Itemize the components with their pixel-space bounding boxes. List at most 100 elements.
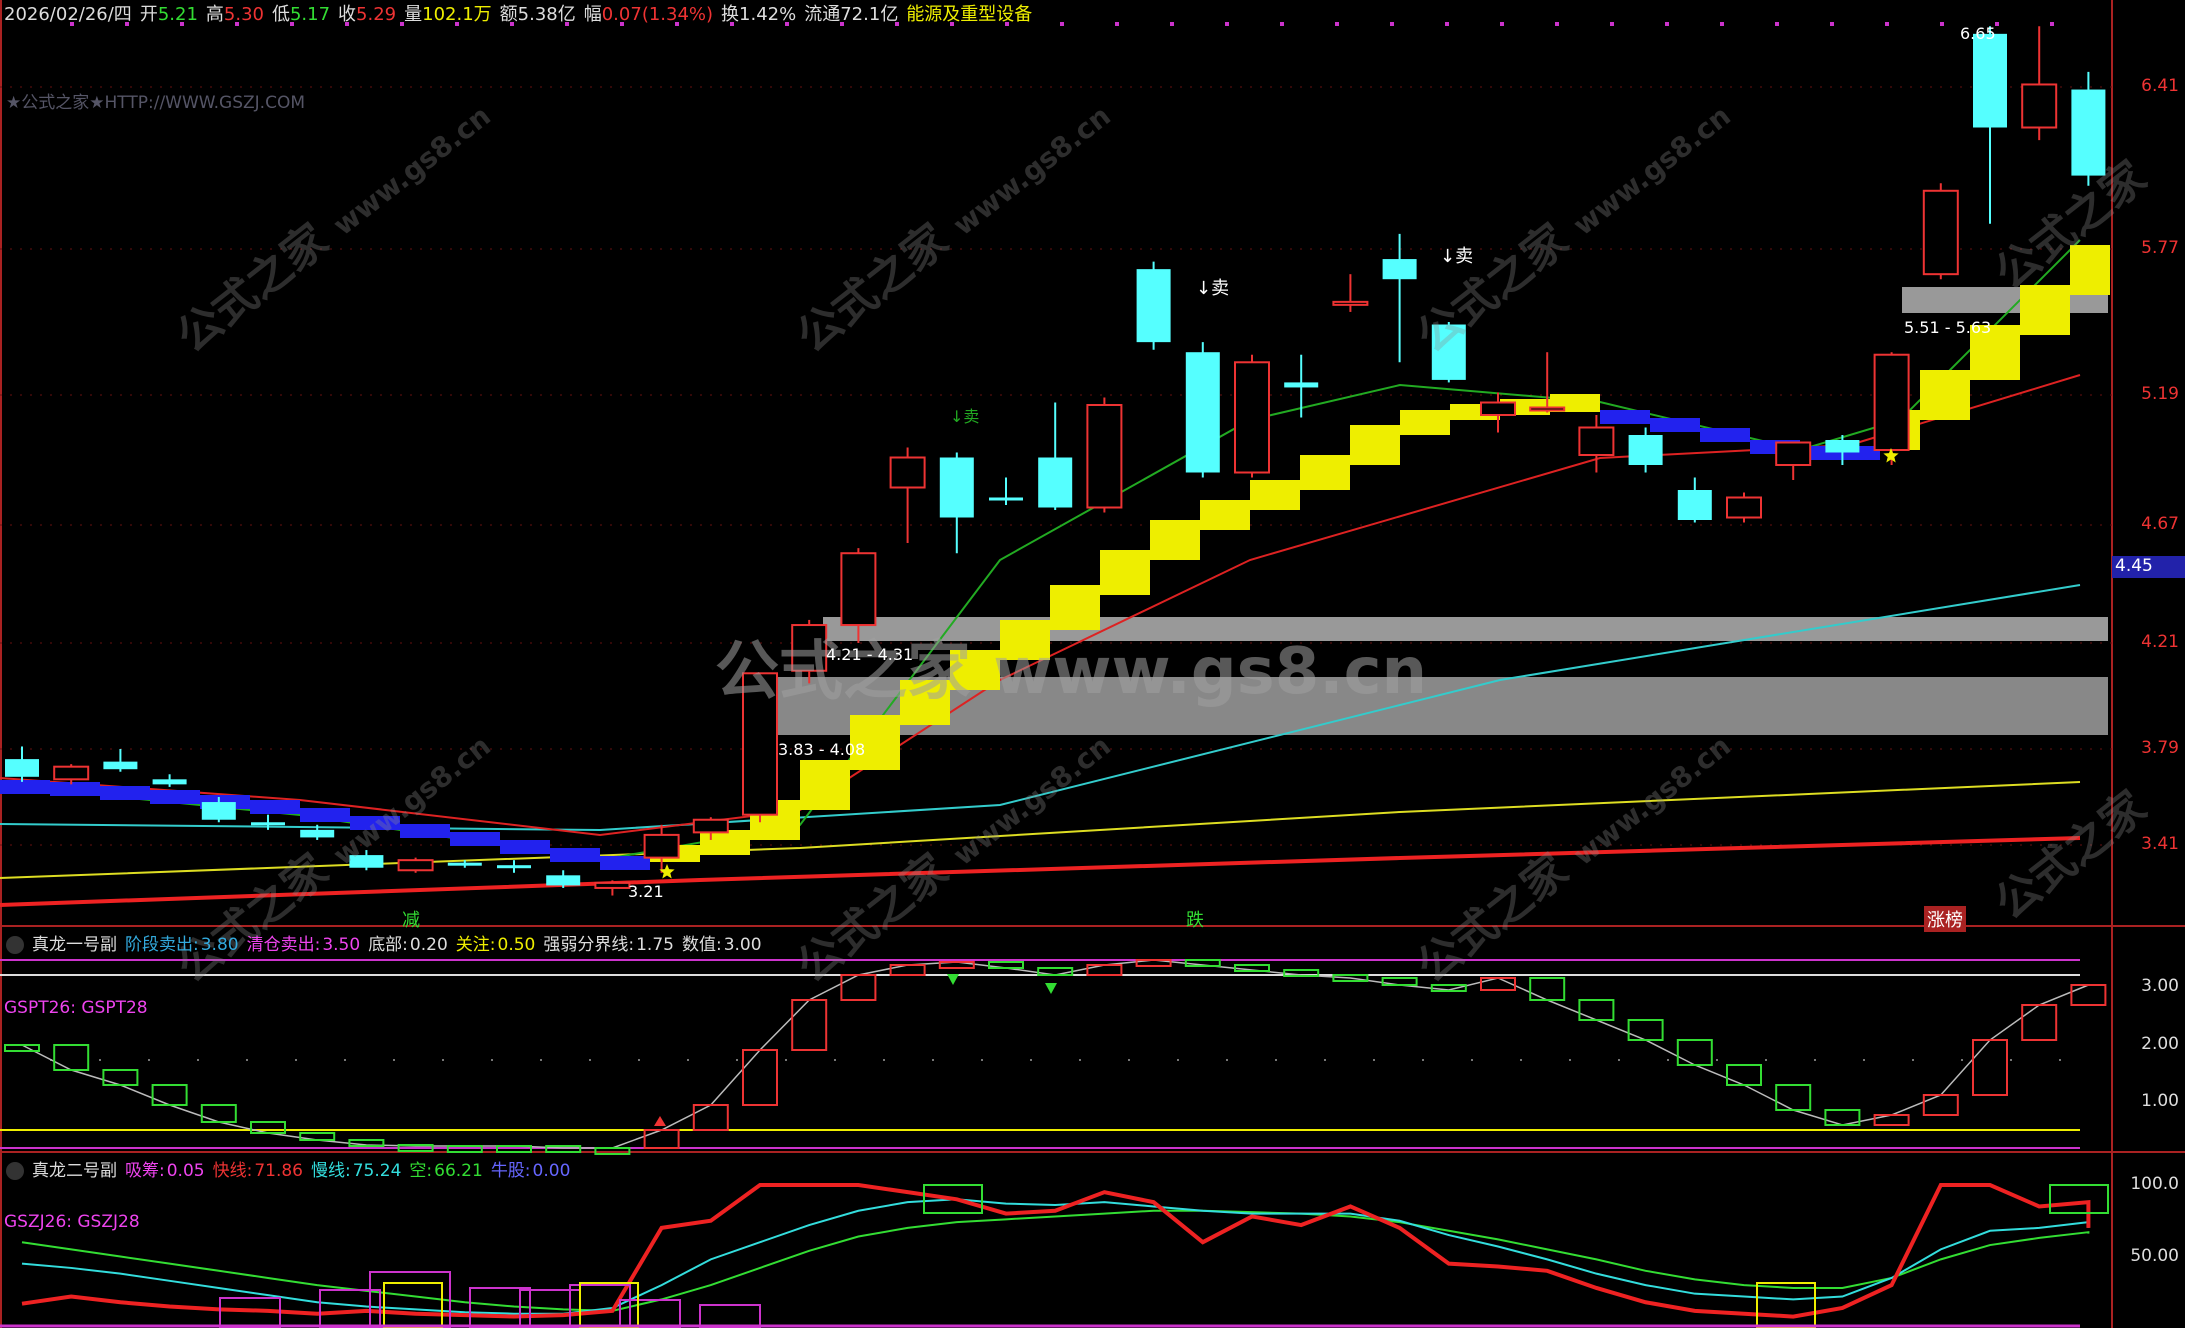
sub1-bar bbox=[840, 974, 877, 1001]
top-marker bbox=[1060, 22, 1064, 26]
change-value: 0.07(1.34%) bbox=[601, 4, 714, 25]
candle-body bbox=[1578, 426, 1615, 456]
sell-arrow-icon bbox=[947, 974, 959, 985]
turnover-value: 1.42% bbox=[739, 4, 797, 25]
sub1-dot bbox=[1275, 1059, 1277, 1061]
zone-label-1: 3.83 - 4.08 bbox=[778, 740, 866, 759]
sub1-bar bbox=[348, 1139, 385, 1147]
sub1-dot bbox=[589, 1059, 591, 1061]
sub1-bar bbox=[1135, 959, 1172, 967]
sub2-item-value: 0.00 bbox=[532, 1161, 571, 1181]
open-label: 开 bbox=[139, 4, 158, 25]
sub1-bar bbox=[1529, 977, 1566, 1001]
low-price-mark: 3.21 bbox=[628, 882, 664, 901]
sub1-bar bbox=[1086, 964, 1123, 976]
candle-body bbox=[546, 875, 581, 886]
sub1-line bbox=[21, 959, 2089, 1149]
candle-body bbox=[1628, 435, 1663, 465]
candle-body bbox=[497, 865, 531, 869]
trend-band-segment bbox=[50, 782, 100, 796]
sub1-item-label: 关注: bbox=[455, 935, 496, 955]
sub1-dot bbox=[1422, 1059, 1424, 1061]
candle-body bbox=[1873, 353, 1910, 452]
candle-body bbox=[1332, 300, 1369, 306]
sector-label[interactable]: 能源及重型设备 bbox=[906, 4, 1032, 25]
sub1-item-value: 3.50 bbox=[322, 935, 361, 955]
top-marker bbox=[1115, 22, 1119, 26]
sub1-item-label: 阶段卖出: bbox=[125, 935, 199, 955]
trend-band-segment bbox=[1250, 480, 1300, 510]
close-label: 收 bbox=[338, 4, 357, 25]
sub1-dot bbox=[1324, 1059, 1326, 1061]
amount-label: 额 bbox=[499, 4, 518, 25]
sub1-bar bbox=[250, 1121, 286, 1134]
top-marker bbox=[1940, 22, 1944, 26]
candle-body bbox=[989, 497, 1023, 501]
top-marker bbox=[1500, 22, 1504, 26]
panel-toggle-icon[interactable] bbox=[6, 936, 24, 954]
candle-body bbox=[643, 833, 680, 859]
sell-signal: ↓卖 bbox=[1196, 278, 1230, 299]
sub1-bar bbox=[1283, 969, 1320, 977]
sub2-signal-box bbox=[2049, 1184, 2109, 1214]
candle-body bbox=[5, 759, 39, 777]
trend-band-segment bbox=[250, 800, 300, 814]
buy-arrow-icon bbox=[654, 1116, 666, 1126]
top-marker bbox=[1225, 22, 1229, 26]
quote-header: 2026/02/26/四 开5.21 高5.30 低5.17 收5.29 量102.1万额… bbox=[4, 0, 1040, 25]
sub1-bar bbox=[2070, 984, 2107, 1006]
top-marker bbox=[1280, 22, 1284, 26]
sub1-bar bbox=[200, 1104, 237, 1123]
quote-date: 2026/02/26/四 bbox=[4, 4, 132, 25]
sub1-bar bbox=[1972, 1039, 2008, 1096]
sub1-dot bbox=[1912, 1059, 1914, 1061]
sub1-bar bbox=[151, 1084, 188, 1106]
trend-band-segment bbox=[1650, 418, 1700, 432]
high-value: 5.30 bbox=[223, 4, 264, 25]
sub1-bar bbox=[4, 1044, 40, 1052]
sub1-name[interactable]: 真龙一号副 bbox=[32, 935, 117, 955]
sub1-bar bbox=[791, 999, 828, 1051]
sub1-dot bbox=[1863, 1059, 1865, 1061]
sub1-item-value: 1.75 bbox=[636, 935, 674, 955]
sub2-item-value: 71.86 bbox=[254, 1161, 303, 1181]
trend-band-segment bbox=[100, 786, 150, 800]
sub1-item-value: 3.00 bbox=[723, 935, 762, 955]
candle-body bbox=[1726, 496, 1762, 519]
sell-arrow-icon bbox=[1045, 983, 1057, 994]
sub2-signal-box bbox=[1756, 1282, 1816, 1328]
sub1-dot bbox=[785, 1059, 787, 1061]
sub1-dot bbox=[932, 1059, 934, 1061]
price-tick: 4.67 bbox=[2141, 514, 2179, 534]
sub2-name[interactable]: 真龙二号副 bbox=[32, 1161, 117, 1181]
trend-band-segment bbox=[1600, 410, 1650, 424]
trend-band-segment bbox=[1300, 455, 1350, 490]
price-tick: 3.79 bbox=[2141, 738, 2179, 758]
sub1-bar bbox=[2021, 1004, 2058, 1041]
sub1-bar bbox=[1234, 964, 1270, 972]
sub2-item-label: 快线: bbox=[212, 1161, 253, 1181]
candle-body bbox=[1677, 490, 1712, 520]
open-value: 5.21 bbox=[157, 4, 198, 25]
trend-band-segment bbox=[600, 856, 650, 870]
watermark-banner: 公式之家 www.gs8.cn bbox=[715, 635, 1428, 709]
top-marker bbox=[1390, 22, 1394, 26]
sub1-dot bbox=[1520, 1059, 1522, 1061]
candle-body bbox=[1922, 189, 1959, 276]
sub1-dot bbox=[1667, 1059, 1669, 1061]
sub1-dot bbox=[2010, 1059, 2012, 1061]
candle-body bbox=[1529, 406, 1566, 412]
sub1-bar bbox=[1873, 1114, 1910, 1126]
sub1-dot bbox=[148, 1059, 150, 1061]
volume-label: 量 bbox=[404, 4, 423, 25]
sub1-dot bbox=[1765, 1059, 1767, 1061]
sub1-item-value: 0.50 bbox=[497, 935, 536, 955]
candle-body bbox=[397, 859, 434, 872]
panel-toggle-icon[interactable] bbox=[6, 1162, 24, 1180]
sub2-item-value: 0.05 bbox=[166, 1161, 205, 1181]
high-label: 高 bbox=[205, 4, 224, 25]
top-marker bbox=[1335, 22, 1339, 26]
sub1-dot bbox=[1716, 1059, 1718, 1061]
sub1-dot bbox=[687, 1059, 689, 1061]
candle-body bbox=[2021, 83, 2058, 129]
